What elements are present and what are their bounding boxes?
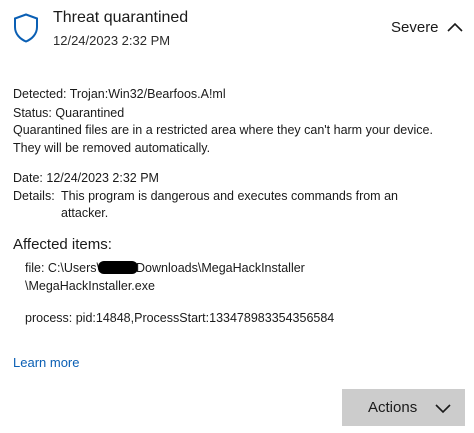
chevron-up-icon[interactable] — [446, 20, 464, 34]
detected-label: Detected: — [13, 87, 67, 101]
date-value: 12/24/2023 2:32 PM — [46, 171, 159, 185]
details-line1: This program is dangerous and executes c… — [61, 189, 398, 203]
severity-label: Severe — [391, 19, 439, 36]
date-label: Date: — [13, 171, 43, 185]
date-row: Date: 12/24/2023 2:32 PM — [13, 171, 159, 185]
file-path-suffix: Downloads\MegaHackInstaller — [136, 261, 305, 275]
threat-details-panel: Threat quarantined 12/24/2023 2:32 PM Se… — [0, 0, 474, 433]
details-label: Details: — [13, 189, 55, 203]
status-value: Quarantined — [55, 106, 125, 120]
redaction-mark — [98, 261, 139, 274]
detected-row: Detected: Trojan:Win32/Bearfoos.A!ml — [13, 87, 226, 101]
chevron-down-icon — [435, 404, 451, 414]
status-note-line1: Quarantined files are in a restricted ar… — [13, 123, 433, 137]
details-line2: attacker. — [61, 206, 109, 220]
shield-icon — [14, 13, 38, 43]
actions-label: Actions — [368, 399, 418, 416]
detected-value: Trojan:Win32/Bearfoos.A!ml — [69, 87, 226, 101]
status-note-line2: They will be removed automatically. — [13, 141, 211, 155]
affected-process: process: pid:14848,ProcessStart:13347898… — [25, 311, 335, 325]
threat-timestamp: 12/24/2023 2:32 PM — [53, 33, 171, 48]
learn-more-link[interactable]: Learn more — [13, 355, 79, 370]
threat-title: Threat quarantined — [53, 9, 189, 26]
affected-file-line2: \MegaHackInstaller.exe — [25, 279, 155, 293]
affected-file-line1: file: C:\Users\ Downloads\MegaHackInstall… — [25, 261, 305, 275]
actions-button[interactable]: Actions — [342, 389, 465, 426]
affected-items-heading: Affected items: — [13, 236, 112, 253]
file-path-prefix: file: C:\Users\ — [25, 261, 101, 275]
status-row: Status: Quarantined — [13, 106, 124, 120]
status-label: Status: — [13, 106, 52, 120]
